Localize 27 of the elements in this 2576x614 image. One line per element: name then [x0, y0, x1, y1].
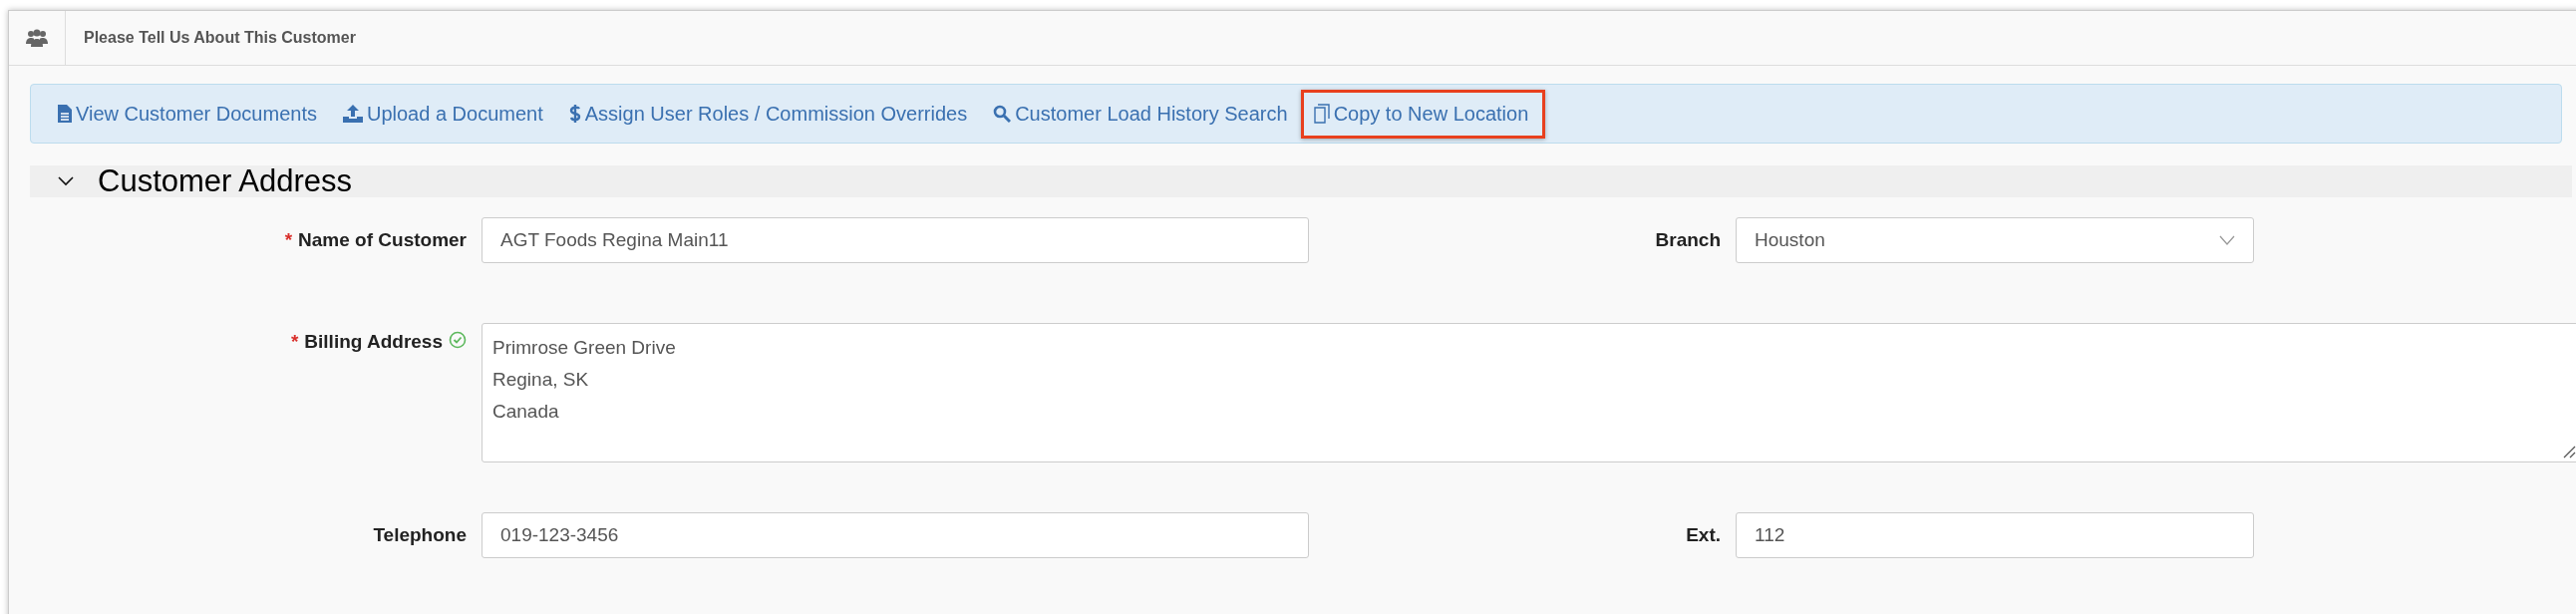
- action-link[interactable]: Copy to New Location: [1300, 89, 1546, 139]
- users-icon: [26, 29, 48, 47]
- branch-dropdown[interactable]: Houston: [1736, 217, 2254, 263]
- extension-field[interactable]: 112: [1736, 512, 2254, 558]
- telephone-field[interactable]: 019-123-3456: [482, 512, 1309, 558]
- address-line: Regina, SK: [492, 368, 590, 392]
- address-line: Primrose Green Drive: [492, 336, 677, 360]
- required-mark: *: [290, 331, 299, 353]
- field-label: Name of Customer: [298, 229, 467, 251]
- chevron-icon[interactable]: [58, 176, 74, 186]
- field-label: Ext.: [1686, 524, 1721, 546]
- document-icon: [58, 105, 72, 123]
- search-icon: [993, 105, 1012, 123]
- customer-name-field[interactable]: AGT Foods Regina Main11: [482, 217, 1309, 263]
- dropdown-caret-icon: [2219, 235, 2235, 245]
- field-label: Billing Address: [304, 331, 443, 353]
- required-mark: *: [284, 229, 293, 251]
- upload-icon: [342, 105, 363, 123]
- panel-title: Please Tell Us About This Customer: [84, 29, 356, 47]
- section-title: Customer Address: [98, 163, 352, 199]
- address-line: Canada: [492, 400, 560, 424]
- copy-icon: [1313, 104, 1330, 124]
- field-label: Telephone: [373, 524, 467, 546]
- dollar-icon: [568, 104, 581, 124]
- billing-address-field[interactable]: Primrose Green Drive Regina, SK Canada: [482, 323, 2576, 462]
- field-label: Branch: [1655, 229, 1721, 251]
- resize-grip-icon[interactable]: [2562, 445, 2576, 459]
